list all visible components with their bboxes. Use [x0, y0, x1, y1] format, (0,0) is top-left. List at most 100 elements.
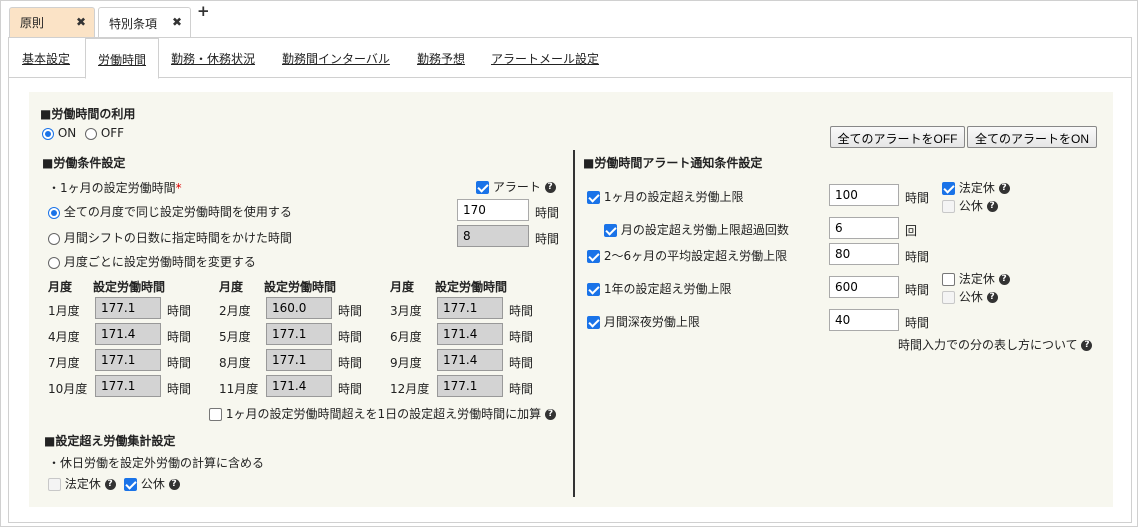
- help-icon[interactable]: ?: [998, 274, 1010, 285]
- alert-monthly-checkbox[interactable]: [587, 191, 600, 204]
- option-shift-radio[interactable]: [48, 232, 60, 245]
- alert-average-checkbox[interactable]: [587, 250, 600, 263]
- month-unit-label: 時間: [338, 330, 363, 344]
- col-hours-header: 設定労働時間: [93, 280, 166, 294]
- monthly-hours-text: ・1ヶ月の設定労働時間: [48, 181, 176, 195]
- add-tab-icon[interactable]: +: [197, 2, 210, 20]
- add-overtime-option[interactable]: 1ヶ月の設定労働時間超えを1日の設定超え労働時間に加算 ?: [209, 405, 556, 422]
- close-icon[interactable]: ✖: [172, 15, 182, 29]
- usage-on-option[interactable]: ON: [42, 126, 76, 140]
- help-icon[interactable]: ?: [1081, 340, 1093, 351]
- add-overtime-checkbox[interactable]: [209, 408, 222, 421]
- monthly-public-checkbox[interactable]: [942, 200, 955, 213]
- holiday-label: ・休日労働を設定外労働の計算に含める: [48, 456, 265, 470]
- alert-average-input[interactable]: [829, 243, 899, 265]
- yearly-public-option[interactable]: 公休 ?: [942, 288, 998, 305]
- month-unit-label: 時間: [338, 304, 363, 318]
- alert-row-count[interactable]: 月の設定超え労働上限超過回数: [604, 221, 789, 238]
- month-label: 4月度: [48, 330, 80, 344]
- monthly-legal-option[interactable]: 法定休 ?: [942, 179, 1010, 196]
- month-hours-input[interactable]: [95, 297, 161, 319]
- overtime-public-checkbox[interactable]: [124, 478, 137, 491]
- help-icon[interactable]: ?: [998, 183, 1010, 194]
- time-format-help[interactable]: 時間入力での分の表し方について ?: [898, 336, 1093, 353]
- subtab-yosou[interactable]: 勤務予想: [417, 50, 465, 67]
- month-hours-input[interactable]: [266, 297, 332, 319]
- option-same-hours[interactable]: 全ての月度で同じ設定労働時間を使用する: [48, 203, 292, 220]
- subtab-interval[interactable]: 勤務間インターバル: [282, 50, 390, 67]
- all-alerts-on-button[interactable]: 全てのアラートをON: [967, 126, 1097, 148]
- alert-night-input[interactable]: [829, 309, 899, 331]
- yearly-legal-checkbox[interactable]: [942, 273, 955, 286]
- alert-yearly-input[interactable]: [829, 276, 899, 298]
- month-hours-input[interactable]: [437, 297, 503, 319]
- month-hours-input[interactable]: [266, 375, 332, 397]
- subtab-alert-mail[interactable]: アラートメール設定: [491, 50, 599, 67]
- month-unit-label: 時間: [338, 356, 363, 370]
- month-label: 12月度: [390, 382, 430, 396]
- monthly-legal-checkbox[interactable]: [942, 182, 955, 195]
- yearly-public-checkbox[interactable]: [942, 291, 955, 304]
- usage-off-radio[interactable]: [85, 127, 97, 140]
- shift-hours-input[interactable]: [457, 225, 529, 247]
- option-same-radio[interactable]: [48, 206, 60, 219]
- all-alerts-off-button[interactable]: 全てのアラートをOFF: [830, 126, 965, 148]
- conditions-title: ■労働条件設定: [42, 156, 126, 170]
- overtime-public-option[interactable]: 公休 ?: [124, 475, 180, 492]
- overtime-legal-option[interactable]: 法定休 ?: [48, 475, 116, 492]
- usage-on-radio[interactable]: [42, 127, 54, 140]
- month-unit-label: 時間: [509, 304, 534, 318]
- alert-toggle[interactable]: アラート ?: [476, 178, 556, 195]
- alert-count-input[interactable]: [829, 217, 899, 239]
- alert-average-unit: 時間: [905, 250, 930, 264]
- help-icon[interactable]: ?: [986, 292, 998, 303]
- option-change-radio[interactable]: [48, 256, 60, 269]
- alert-monthly-input[interactable]: [829, 184, 899, 206]
- option-same-label: 全ての月度で同じ設定労働時間を使用する: [63, 205, 292, 219]
- app-frame: 原則 ✖ 特別条項 ✖ + 基本設定 労働時間 勤務・休務状況 勤務間インターバ…: [0, 0, 1138, 527]
- help-icon[interactable]: ?: [168, 479, 180, 490]
- subtab-kinmu-kyumu[interactable]: 勤務・休務状況: [171, 50, 255, 67]
- overtime-public-label: 公休: [140, 477, 165, 491]
- option-shift-hours[interactable]: 月間シフトの日数に指定時間をかけた時間: [48, 229, 292, 246]
- alert-row-average[interactable]: 2〜6ヶ月の平均設定超え労働上限: [587, 247, 787, 264]
- alert-average-label: 2〜6ヶ月の平均設定超え労働上限: [603, 249, 788, 263]
- help-icon[interactable]: ?: [544, 182, 556, 193]
- help-icon[interactable]: ?: [986, 201, 998, 212]
- help-icon[interactable]: ?: [104, 479, 116, 490]
- tab-gensoku[interactable]: 原則 ✖: [9, 7, 95, 37]
- tab-tokubetsu[interactable]: 特別条項 ✖: [98, 7, 191, 38]
- month-hours-input[interactable]: [95, 323, 161, 345]
- alert-row-yearly[interactable]: 1年の設定超え労働上限: [587, 280, 731, 297]
- monthly-legal-label: 法定休: [958, 181, 995, 195]
- alert-count-label: 月の設定超え労働上限超過回数: [620, 223, 789, 237]
- same-hours-input[interactable]: [457, 199, 529, 221]
- alert-monthly-label: 1ヶ月の設定超え労働上限: [603, 190, 744, 204]
- usage-off-option[interactable]: OFF: [85, 126, 124, 140]
- month-hours-input[interactable]: [437, 349, 503, 371]
- alert-yearly-unit: 時間: [905, 283, 930, 297]
- month-hours-input[interactable]: [266, 323, 332, 345]
- yearly-legal-option[interactable]: 法定休 ?: [942, 270, 1010, 287]
- month-hours-input[interactable]: [95, 375, 161, 397]
- alert-row-night[interactable]: 月間深夜労働上限: [587, 313, 700, 330]
- subtab-kihon[interactable]: 基本設定: [22, 50, 70, 67]
- alert-row-monthly[interactable]: 1ヶ月の設定超え労働上限: [587, 188, 743, 205]
- col-month-header: 月度: [390, 280, 415, 294]
- help-icon[interactable]: ?: [544, 409, 556, 420]
- month-hours-input[interactable]: [95, 349, 161, 371]
- close-icon[interactable]: ✖: [76, 15, 86, 29]
- alert-checkbox[interactable]: [476, 181, 489, 194]
- subtab-roudou-jikan[interactable]: 労働時間: [85, 38, 160, 79]
- option-change-hours[interactable]: 月度ごとに設定労働時間を変更する: [48, 253, 256, 270]
- alert-yearly-checkbox[interactable]: [587, 283, 600, 296]
- overtime-legal-checkbox[interactable]: [48, 478, 61, 491]
- alert-night-checkbox[interactable]: [587, 316, 600, 329]
- tab-gensoku-label: 原則: [20, 16, 45, 30]
- month-hours-input[interactable]: [266, 349, 332, 371]
- month-hours-input[interactable]: [437, 323, 503, 345]
- alert-count-checkbox[interactable]: [604, 224, 617, 237]
- month-label: 5月度: [219, 330, 251, 344]
- monthly-public-option[interactable]: 公休 ?: [942, 197, 998, 214]
- month-hours-input[interactable]: [437, 375, 503, 397]
